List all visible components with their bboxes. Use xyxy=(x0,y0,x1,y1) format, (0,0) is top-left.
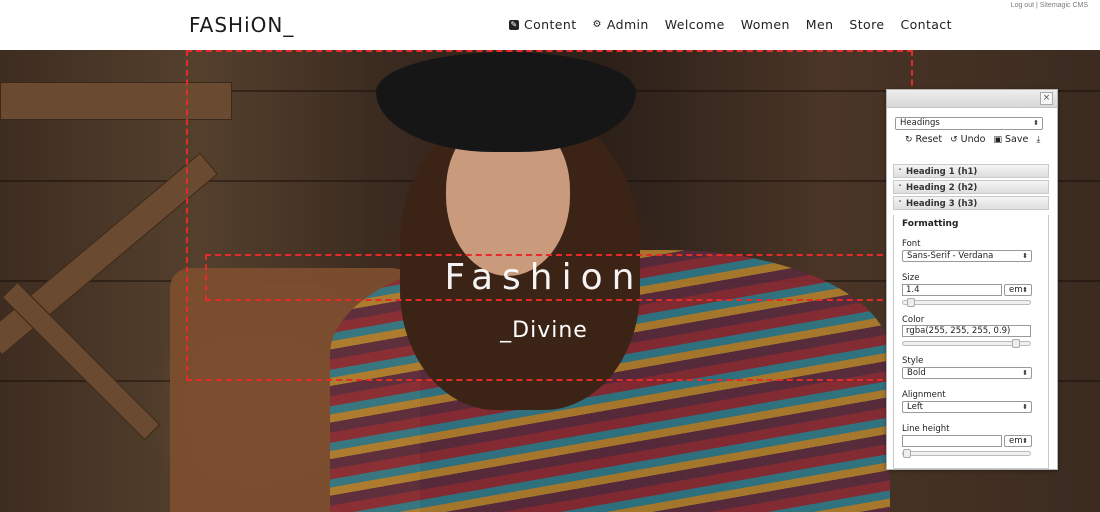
logout-link[interactable]: Log out xyxy=(1011,2,1034,9)
alignment-select[interactable]: Left ⬍ xyxy=(902,401,1032,413)
nav-item-admin[interactable]: ⚙ Admin xyxy=(593,17,649,32)
hero-subheading[interactable]: _Divine xyxy=(200,316,888,346)
undo-label: Undo xyxy=(960,134,986,145)
font-label: Font xyxy=(902,239,921,249)
select-arrow-icon: ⬍ xyxy=(1022,403,1028,411)
line-height-input[interactable] xyxy=(902,435,1002,447)
download-button[interactable]: ⤓ xyxy=(1036,134,1043,145)
line-height-unit-value: em xyxy=(1009,436,1023,446)
section-label: Heading 1 (h1) xyxy=(906,167,978,177)
save-icon: ▣ xyxy=(993,134,1002,145)
alignment-select-value: Left xyxy=(907,402,923,412)
size-unit-select[interactable]: em ⬍ xyxy=(1004,284,1032,296)
size-label: Size xyxy=(902,273,920,283)
nav-item-contact[interactable]: Contact xyxy=(900,17,951,32)
main-nav: ✎ Content ⚙ Admin Welcome Women Men Stor… xyxy=(509,17,952,32)
designer-toolbar: ↻ Reset ↺ Undo ▣ Save ⤓ xyxy=(905,134,1043,145)
line-height-label: Line height xyxy=(902,424,950,434)
select-arrow-icon: ⬍ xyxy=(1022,286,1028,294)
section-heading-2[interactable]: ˄ Heading 2 (h2) xyxy=(893,180,1049,194)
nav-item-label: Admin xyxy=(606,17,649,32)
category-select-value: Headings xyxy=(900,118,940,128)
chevron-up-icon: ˄ xyxy=(898,168,902,176)
color-opacity-slider[interactable] xyxy=(902,339,1031,348)
slider-handle[interactable] xyxy=(1012,339,1020,348)
nav-item-men[interactable]: Men xyxy=(806,17,834,32)
select-arrow-icon: ⬍ xyxy=(1033,119,1039,127)
gear-icon: ⚙ xyxy=(592,19,602,30)
slider-handle[interactable] xyxy=(903,449,911,458)
font-select[interactable]: Sans-Serif - Verdana ⬍ xyxy=(902,250,1032,262)
line-height-unit-select[interactable]: em ⬍ xyxy=(1004,435,1032,447)
download-icon: ⤓ xyxy=(1036,134,1041,145)
save-button[interactable]: ▣ Save xyxy=(993,134,1028,145)
nav-item-women[interactable]: Women xyxy=(741,17,790,32)
nav-item-label: Content xyxy=(524,17,577,32)
slider-handle[interactable] xyxy=(907,298,915,307)
section-label: Heading 3 (h3) xyxy=(906,199,978,209)
top-links: Log out | Sitemagic CMS xyxy=(1011,2,1088,9)
style-select-value: Bold xyxy=(907,368,926,378)
chevron-up-icon: ˄ xyxy=(898,184,902,192)
section-label: Heading 2 (h2) xyxy=(906,183,978,193)
edit-icon: ✎ xyxy=(509,19,519,30)
panel-titlebar[interactable]: × xyxy=(887,90,1057,108)
reset-label: Reset xyxy=(915,134,943,145)
site-logo[interactable]: FASHiON_ xyxy=(189,12,294,38)
category-select[interactable]: Headings ⬍ xyxy=(895,117,1043,130)
refresh-icon: ↻ xyxy=(905,134,913,145)
size-input[interactable]: 1.4 xyxy=(902,284,1002,296)
designer-panel: × Headings ⬍ ↻ Reset ↺ Undo ▣ Save ⤓ ˄ He… xyxy=(886,89,1058,470)
select-arrow-icon: ⬍ xyxy=(1022,369,1028,377)
style-select[interactable]: Bold ⬍ xyxy=(902,367,1032,379)
line-height-slider[interactable] xyxy=(902,449,1031,458)
nav-item-content[interactable]: ✎ Content xyxy=(509,17,577,32)
close-icon[interactable]: × xyxy=(1040,92,1053,105)
reset-button[interactable]: ↻ Reset xyxy=(905,134,942,145)
nav-item-store[interactable]: Store xyxy=(849,17,884,32)
font-select-value: Sans-Serif - Verdana xyxy=(907,251,994,261)
section-heading-1[interactable]: ˄ Heading 1 (h1) xyxy=(893,164,1049,178)
cms-link[interactable]: Sitemagic CMS xyxy=(1040,2,1088,9)
save-label: Save xyxy=(1004,134,1029,145)
color-label: Color xyxy=(902,315,925,325)
size-unit-value: em xyxy=(1009,285,1023,295)
hero-heading[interactable]: Fashion xyxy=(200,254,888,302)
chair-beam xyxy=(1,281,161,441)
color-input[interactable]: rgba(255, 255, 255, 0.9) xyxy=(902,325,1031,337)
toplinks-separator: | xyxy=(1035,2,1038,9)
undo-button[interactable]: ↺ Undo xyxy=(950,134,985,145)
size-slider[interactable] xyxy=(902,298,1031,307)
formatting-heading: Formatting xyxy=(902,219,959,229)
alignment-label: Alignment xyxy=(902,390,946,400)
select-arrow-icon: ⬍ xyxy=(1022,437,1028,445)
site-header: FASHiON_ ✎ Content ⚙ Admin Welcome Women… xyxy=(0,0,1100,50)
style-label: Style xyxy=(902,356,924,366)
select-arrow-icon: ⬍ xyxy=(1022,252,1028,260)
nav-item-welcome[interactable]: Welcome xyxy=(665,17,725,32)
undo-icon: ↺ xyxy=(950,134,958,145)
chevron-down-icon: ˅ xyxy=(898,200,902,208)
section-heading-3[interactable]: ˅ Heading 3 (h3) xyxy=(893,196,1049,210)
